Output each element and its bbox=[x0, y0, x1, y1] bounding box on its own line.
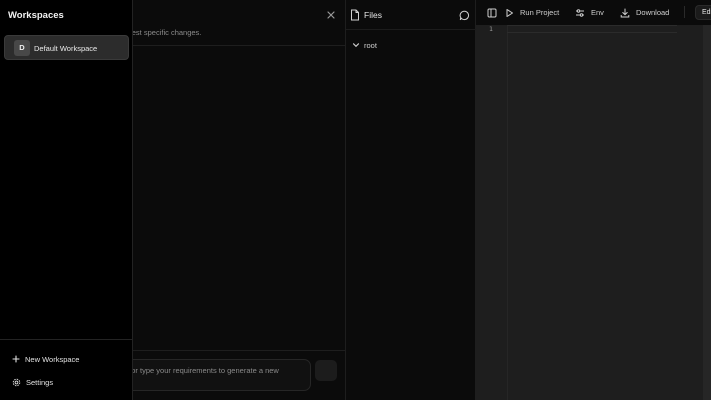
plus-icon bbox=[12, 355, 20, 363]
send-button[interactable] bbox=[315, 360, 337, 381]
settings-button[interactable]: Settings bbox=[12, 376, 53, 388]
download-icon bbox=[620, 8, 630, 18]
file-icon bbox=[350, 9, 360, 21]
env-label: Env bbox=[591, 8, 604, 17]
download-button[interactable]: Download bbox=[620, 6, 669, 19]
drawer-title: Workspaces bbox=[8, 10, 64, 21]
panel-toggle-icon bbox=[487, 8, 497, 18]
files-title: Files bbox=[364, 10, 382, 20]
workspace-avatar: D bbox=[14, 40, 30, 56]
run-project-button[interactable]: Run Project bbox=[505, 6, 559, 19]
workspace-item-default[interactable]: D Default Workspace bbox=[4, 35, 129, 60]
editor-scrollbar[interactable] bbox=[703, 25, 711, 400]
code-editor[interactable] bbox=[476, 0, 711, 400]
workspace-name: Default Workspace bbox=[34, 44, 98, 53]
gutter-border bbox=[507, 25, 508, 400]
chevron-down-icon bbox=[352, 41, 360, 49]
current-line-highlight bbox=[507, 25, 677, 33]
tree-item-root[interactable]: root bbox=[352, 40, 377, 50]
files-panel: Files root bbox=[346, 0, 476, 400]
toolbar-divider bbox=[684, 6, 685, 18]
gear-icon bbox=[12, 378, 21, 387]
new-workspace-label: New Workspace bbox=[25, 354, 80, 364]
files-header: Files bbox=[346, 0, 476, 30]
sliders-icon bbox=[575, 8, 585, 18]
line-number: 1 bbox=[489, 25, 493, 33]
play-icon bbox=[505, 8, 514, 18]
env-button[interactable]: Env bbox=[575, 6, 604, 19]
panel-toggle-button[interactable] bbox=[487, 6, 497, 19]
tree-item-label: root bbox=[364, 40, 377, 50]
drawer-divider bbox=[0, 339, 133, 340]
workspaces-drawer: Workspaces D Default Workspace New Works… bbox=[0, 0, 133, 400]
edit-button[interactable]: Edi bbox=[695, 5, 711, 20]
close-icon[interactable] bbox=[324, 8, 338, 22]
settings-label: Settings bbox=[26, 377, 54, 387]
message-circle-icon[interactable] bbox=[459, 10, 470, 21]
new-workspace-button[interactable]: New Workspace bbox=[12, 353, 79, 365]
run-project-label: Run Project bbox=[520, 8, 560, 17]
download-label: Download bbox=[636, 8, 670, 17]
chat-input[interactable]: e or type your requirements to generate … bbox=[110, 359, 311, 391]
